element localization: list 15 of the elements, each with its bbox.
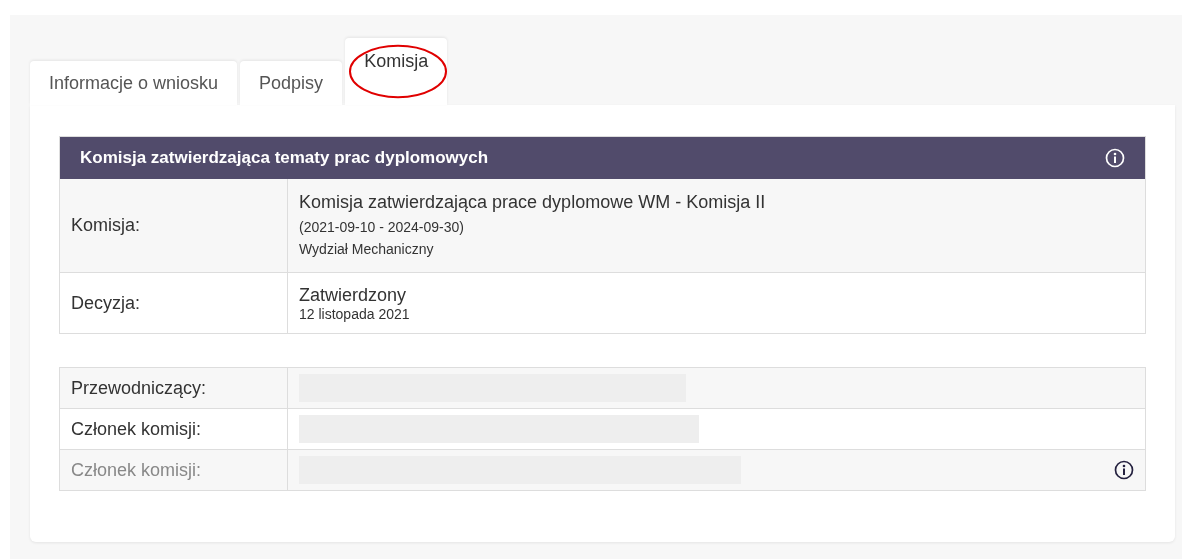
cell-text: 12 listopada 2021 <box>299 305 411 322</box>
row-label: Przewodniczący: <box>71 377 207 399</box>
table-title: Komisja zatwierdzająca tematy prac dyplomowych <box>80 148 489 168</box>
tab[interactable]: Podpisy <box>240 61 343 105</box>
row-label: Członek komisji: <box>71 459 202 481</box>
row-label: Komisja: <box>71 215 141 236</box>
tab[interactable]: Komisja <box>345 38 448 105</box>
row-label: Decyzja: <box>71 292 141 314</box>
info-icon[interactable] <box>1114 460 1134 480</box>
tab[interactable]: Informacje o wniosku <box>30 61 238 105</box>
cell-text: Zatwierdzony <box>299 284 408 306</box>
cell-text: Wydział Mechaniczny <box>299 241 435 257</box>
row-label: Członek komisji: <box>71 418 202 440</box>
cell-text: Komisja zatwierdzająca prace dyplomowe WM - Komisja II <box>299 192 767 213</box>
cell-text: (2021-09-10 - 2024-09-30) <box>299 219 465 235</box>
